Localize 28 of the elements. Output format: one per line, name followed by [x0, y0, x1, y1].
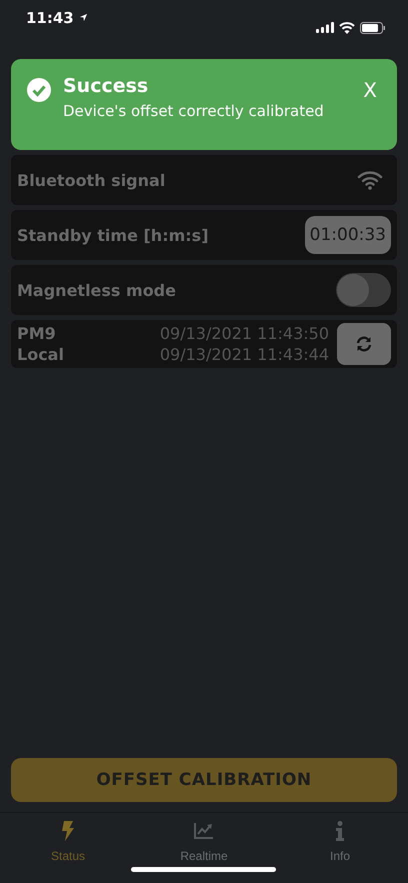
toggle-switch[interactable]	[336, 273, 391, 307]
location-icon	[78, 13, 88, 22]
info-icon	[336, 821, 344, 841]
check-circle-icon	[27, 78, 51, 102]
toast-message: Device's offset correctly calibrated	[63, 102, 325, 120]
clock-time: 11:43	[26, 8, 74, 28]
datetime-value: 09/13/2021 11:43:44	[158, 344, 329, 365]
toast-title: Success	[63, 75, 150, 97]
wifi-icon	[357, 170, 383, 190]
tab-button[interactable]: Realtime	[136, 813, 272, 883]
battery-icon	[360, 22, 386, 34]
wifi-icon	[339, 22, 355, 34]
setting-label: Bluetooth signal	[17, 170, 166, 190]
clock-label: Local	[17, 344, 64, 365]
refresh-icon	[355, 335, 373, 353]
chart-icon	[194, 821, 214, 841]
close-button[interactable]: X	[357, 78, 383, 102]
bolt-icon	[61, 821, 75, 841]
sync-button[interactable]	[337, 323, 391, 365]
offset-calibration-button[interactable]: OFFSET CALIBRATION	[11, 758, 397, 802]
clock-label: PM9	[17, 323, 57, 344]
cellular-signal-icon	[316, 22, 334, 33]
tab-button[interactable]: Status	[0, 813, 136, 883]
datetime-value: 09/13/2021 11:43:50	[158, 323, 329, 344]
time-value: 01:00:33	[304, 216, 391, 254]
tab-button[interactable]: Info	[272, 813, 408, 883]
setting-label: Magnetless mode	[17, 280, 176, 300]
setting-label: Standby time [h:m:s]	[17, 226, 208, 244]
